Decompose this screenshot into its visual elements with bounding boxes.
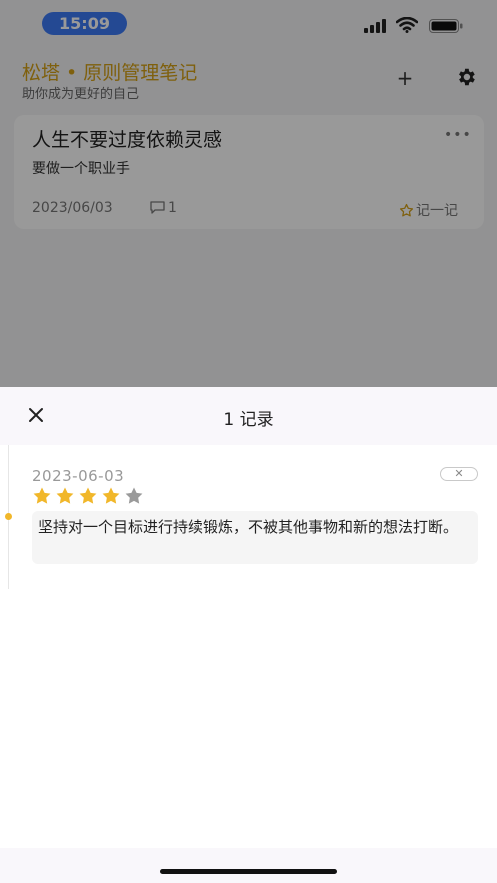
star-filled-icon (56, 487, 74, 504)
home-indicator[interactable] (160, 869, 337, 874)
timeline-dot (5, 513, 12, 520)
sheet-title: 1 记录 (223, 410, 274, 430)
modal-overlay[interactable] (0, 0, 497, 387)
close-icon[interactable] (27, 406, 45, 424)
star-filled-icon (33, 487, 51, 504)
star-filled-icon (79, 487, 97, 504)
star-filled-icon (102, 487, 120, 504)
entry-date: 2023-06-03 (32, 467, 125, 485)
entry-text: 坚持对一个目标进行持续锻炼，不被其他事物和新的想法打断。 (32, 511, 478, 564)
sheet-header: 1 记录 (0, 387, 497, 445)
bottom-bar (0, 848, 497, 883)
records-sheet: 1 记录 2023-06-03 ✕ 坚持对一个目标进行持续锻炼，不被其他事物和新… (0, 387, 497, 883)
star-rating (32, 486, 144, 506)
star-empty-icon (125, 487, 143, 504)
delete-entry-button[interactable]: ✕ (440, 467, 478, 481)
